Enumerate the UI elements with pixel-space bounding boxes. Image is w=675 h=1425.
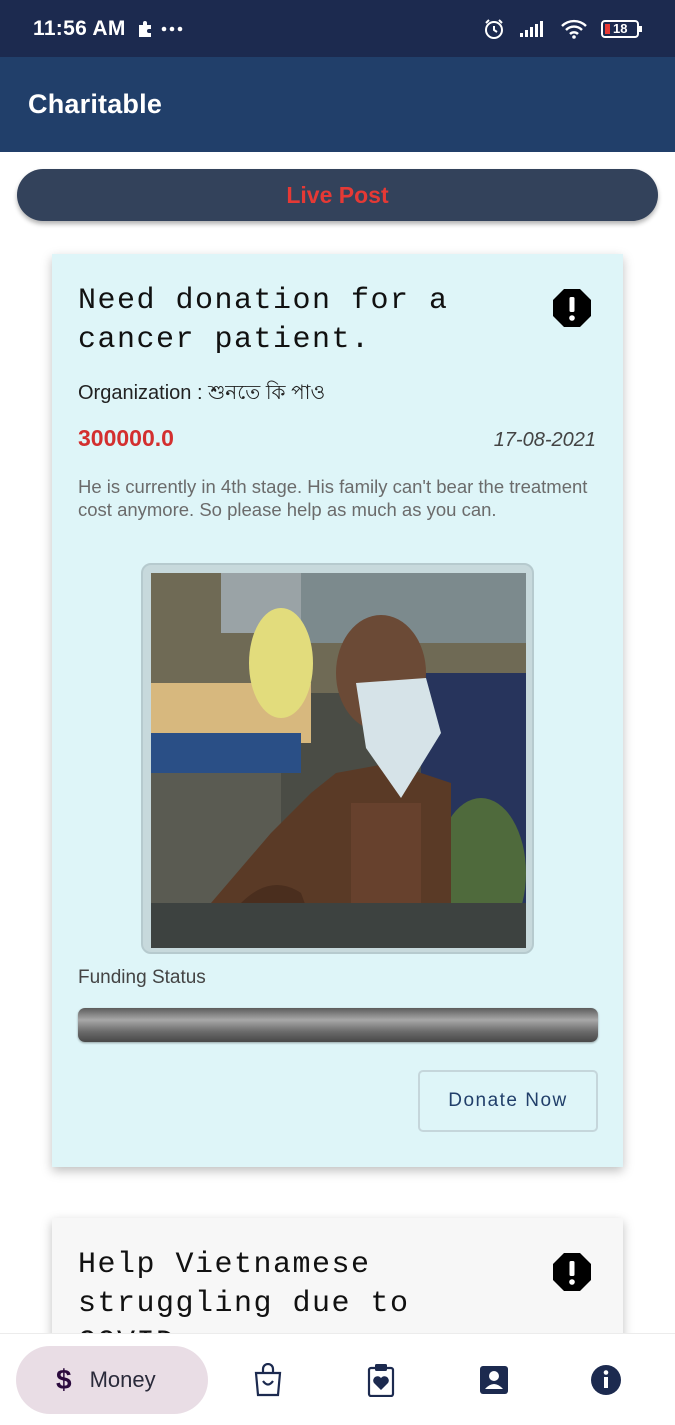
bottom-navigation: $ Money [0,1333,675,1425]
funding-status-label: Funding Status [78,967,206,988]
nav-item-money[interactable]: $ Money [16,1346,208,1414]
status-left-icons [136,19,183,39]
post-organization: Organization : শুনতে কি পাও [78,382,326,404]
app-title: Charitable [28,89,163,119]
wifi-icon [561,19,587,39]
funding-progress-bar [78,1008,598,1042]
post-title: Need donation for a cancer patient. [78,284,449,357]
nav-item-money-label: Money [89,1367,156,1392]
post-amount: 300000.0 [78,425,174,451]
donate-now-button[interactable]: Donate Now [418,1070,598,1132]
nav-contact-icon[interactable] [477,1363,511,1397]
nav-info-icon[interactable] [589,1363,623,1397]
patient-photo-illustration [151,573,526,948]
post-description: He is currently in 4th stage. His family… [78,476,588,520]
battery-level: 18 [613,20,628,36]
nav-clipboard-heart-icon[interactable] [364,1363,398,1397]
battery-indicator: 18 [601,19,643,39]
post-date: 17-08-2021 [493,429,596,451]
post-card: Need donation for a cancer patient. Orga… [52,254,623,1167]
nav-shopping-bag-icon[interactable] [251,1363,285,1397]
report-alert-icon[interactable] [552,288,592,328]
post-image [151,573,526,948]
status-time: 11:56 AM [33,16,126,40]
post-image-frame [141,563,534,954]
live-post-label: Live Post [286,181,389,208]
app-bar: Charitable [0,57,675,152]
status-bar: 11:56 AM 18 [0,0,675,57]
more-dots-icon [161,26,182,31]
dollar-icon: $ [56,1364,72,1395]
live-post-button[interactable]: Live Post [17,169,658,221]
alarm-icon [485,18,503,39]
report-alert-icon[interactable] [552,1252,592,1292]
screen: 11:56 AM 18 Charitable Live Post Need do… [0,0,675,1425]
puzzle-icon [138,20,151,37]
signal-icon [520,20,543,37]
status-right-icons: 18 [483,18,643,40]
